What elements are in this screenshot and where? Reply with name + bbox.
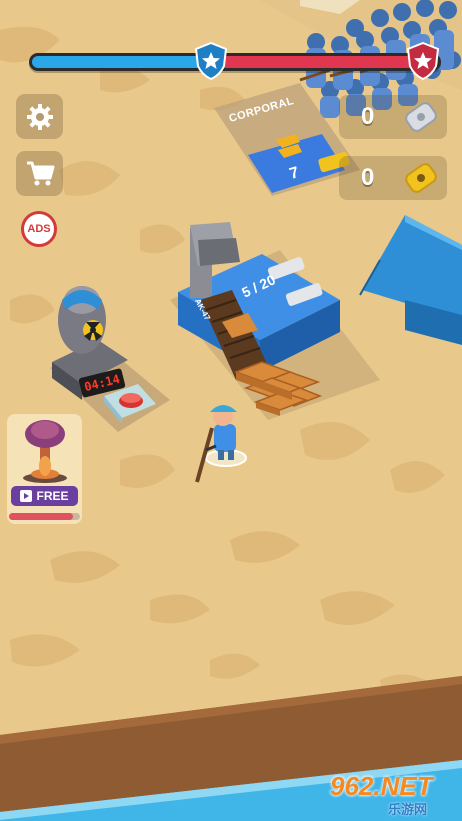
nuke-icon	[23, 420, 67, 483]
player-soldier	[196, 398, 254, 484]
gold-currency-panel: 0	[339, 156, 447, 200]
cart-icon	[26, 161, 54, 185]
site-watermark: 962.NET 乐游网	[322, 771, 458, 817]
free-reward-progress-fill	[9, 513, 73, 520]
free-reward-button[interactable]: FREE	[11, 486, 78, 506]
silver-count: 0	[361, 103, 375, 130]
video-play-icon	[20, 490, 33, 502]
battle-progress-bar	[29, 42, 441, 80]
watermark-top: 962.NET	[330, 771, 433, 801]
silver-dogtag-icon	[405, 102, 437, 132]
watermark-bottom: 乐游网	[388, 802, 428, 817]
silver-currency-panel: 0	[339, 95, 447, 139]
shop-button[interactable]	[16, 151, 63, 196]
ads-label: ADS	[27, 223, 51, 235]
nuke-launch-button[interactable]	[108, 386, 152, 412]
gold-count: 0	[361, 164, 375, 191]
settings-button[interactable]	[16, 94, 63, 139]
gear-icon	[26, 103, 53, 130]
free-reward-progress	[9, 513, 80, 520]
free-nuke-card[interactable]: FREE	[7, 414, 82, 524]
game-scene: ADS 0 0 CORPORAL 7 04:14 5 / 20 AK-47 FR…	[0, 0, 462, 821]
player-progress-fill	[32, 56, 211, 68]
free-label: FREE	[36, 489, 69, 503]
star-shield-icon	[194, 42, 228, 80]
remove-ads-button[interactable]: ADS	[21, 211, 57, 247]
progress-track	[29, 53, 441, 71]
star-shield-icon	[406, 42, 440, 80]
gold-dogtag-icon	[405, 163, 437, 193]
